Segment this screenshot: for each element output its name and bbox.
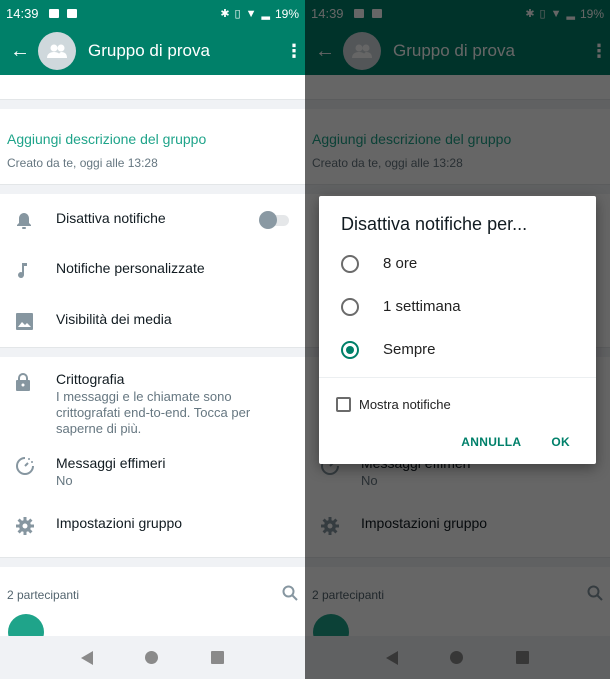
show-notifications-label: Mostra notifiche bbox=[359, 397, 451, 412]
system-nav-bar bbox=[0, 636, 305, 679]
mute-notifications-label: Disattiva notifiche bbox=[56, 210, 166, 226]
security-settings: Crittografia I messaggi e le chiamate so… bbox=[0, 357, 305, 557]
music-note-icon bbox=[16, 260, 56, 280]
gallery-notification-icon bbox=[48, 9, 59, 18]
lock-icon bbox=[16, 371, 56, 391]
wifi-icon: ▼ bbox=[245, 7, 257, 20]
group-header-remnant bbox=[0, 75, 305, 99]
group-info-screen-with-dialog: 14:39 ✱ ▯ ▼ ▂ 19% ← Gruppo di prova ⋮ Ag… bbox=[305, 0, 610, 679]
radio-1-week[interactable] bbox=[341, 297, 359, 316]
mute-notifications-toggle[interactable] bbox=[259, 211, 289, 229]
custom-notifications-label: Notifiche personalizzate bbox=[56, 260, 205, 276]
search-icon[interactable] bbox=[282, 585, 298, 604]
participants-count: 2 partecipanti bbox=[7, 587, 80, 602]
option-1-week[interactable]: 1 settimana bbox=[319, 285, 596, 328]
group-settings-row[interactable]: Impostazioni gruppo bbox=[0, 515, 305, 551]
message-notification-icon bbox=[66, 9, 77, 18]
nav-home-icon[interactable] bbox=[145, 651, 159, 664]
signal-icon: ▂ bbox=[261, 8, 270, 20]
group-settings-label: Impostazioni gruppo bbox=[56, 515, 183, 531]
status-bar: 14:39 ✱ ▯ ▼ ▂ 19% bbox=[0, 0, 305, 27]
description-section: Aggiungi descrizione del gruppo Creato d… bbox=[0, 109, 305, 184]
battery-level: 19% bbox=[274, 6, 299, 21]
option-label: Sempre bbox=[383, 341, 436, 358]
encryption-row[interactable]: Crittografia I messaggi e le chiamate so… bbox=[0, 371, 305, 455]
nav-back-icon[interactable] bbox=[81, 650, 94, 665]
gear-icon bbox=[16, 515, 56, 535]
option-always[interactable]: Sempre bbox=[319, 328, 596, 371]
group-icon bbox=[47, 44, 67, 58]
disappearing-messages-value: No bbox=[56, 473, 73, 488]
created-info: Creato da te, oggi alle 13:28 bbox=[7, 156, 158, 170]
notification-settings: Disattiva notifiche Notifiche personaliz… bbox=[0, 194, 305, 347]
radio-always[interactable] bbox=[341, 340, 359, 359]
timer-icon bbox=[16, 455, 56, 475]
vibrate-icon: ▯ bbox=[234, 8, 241, 20]
dialog-title: Disattiva notifiche per... bbox=[341, 214, 528, 234]
bell-icon bbox=[16, 210, 56, 230]
disappearing-messages-row[interactable]: Messaggi effimeri No bbox=[0, 455, 305, 515]
ok-button[interactable]: OK bbox=[551, 435, 570, 449]
media-visibility-label: Visibilità dei media bbox=[56, 311, 172, 327]
mute-notifications-row[interactable]: Disattiva notifiche bbox=[0, 210, 305, 260]
show-notifications-checkbox[interactable] bbox=[336, 397, 351, 412]
option-8-hours[interactable]: 8 ore bbox=[319, 242, 596, 285]
disappearing-messages-label: Messaggi effimeri bbox=[56, 455, 166, 471]
encryption-description: I messaggi e le chiamate sono crittograf… bbox=[56, 389, 251, 436]
participants-section: 2 partecipanti bbox=[0, 567, 305, 650]
app-bar: ← Gruppo di prova ⋮ bbox=[0, 27, 305, 75]
option-label: 1 settimana bbox=[383, 298, 461, 315]
add-description-link[interactable]: Aggiungi descrizione del gruppo bbox=[7, 131, 298, 147]
radio-8-hours[interactable] bbox=[341, 254, 359, 273]
nav-recents-icon[interactable] bbox=[210, 651, 224, 664]
image-icon bbox=[16, 311, 56, 330]
media-visibility-row[interactable]: Visibilità dei media bbox=[0, 311, 305, 341]
bluetooth-icon: ✱ bbox=[220, 8, 230, 20]
group-avatar[interactable] bbox=[38, 32, 76, 70]
arrow-left-icon[interactable]: ← bbox=[10, 40, 34, 63]
option-label: 8 ore bbox=[383, 255, 418, 272]
custom-notifications-row[interactable]: Notifiche personalizzate bbox=[0, 260, 305, 311]
cancel-button[interactable]: ANNULLA bbox=[461, 435, 521, 449]
status-time: 14:39 bbox=[6, 6, 39, 21]
group-title[interactable]: Gruppo di prova bbox=[88, 41, 285, 61]
more-vert-icon[interactable]: ⋮ bbox=[285, 41, 303, 62]
show-notifications-checkbox-row[interactable]: Mostra notifiche bbox=[319, 378, 596, 412]
group-info-screen: 14:39 ✱ ▯ ▼ ▂ 19% ← Gruppo di prova ⋮ Ag… bbox=[0, 0, 305, 679]
mute-notifications-dialog: Disattiva notifiche per... 8 ore 1 setti… bbox=[319, 196, 596, 464]
encryption-label: Crittografia bbox=[56, 371, 125, 387]
